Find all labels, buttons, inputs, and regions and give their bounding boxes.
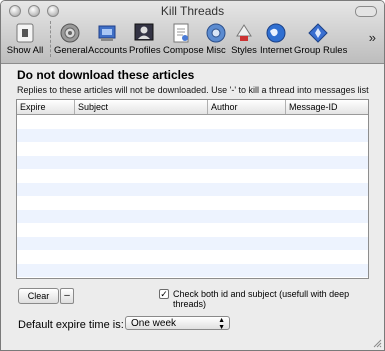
default-expire-label: Default expire time is: bbox=[18, 319, 124, 331]
show-all-icon bbox=[16, 23, 34, 43]
toolbar-group-rules[interactable]: Group Rules bbox=[294, 22, 347, 60]
preferences-window: Kill Threads Show All General Accounts P… bbox=[0, 0, 385, 351]
table-row bbox=[17, 209, 368, 223]
toolbar-overflow-button[interactable]: » bbox=[369, 30, 376, 45]
column-header-message-id[interactable]: Message-ID bbox=[286, 100, 368, 114]
column-header-author[interactable]: Author bbox=[208, 100, 286, 114]
toolbar: Kill Threads Show All General Accounts P… bbox=[1, 1, 384, 64]
toolbar-accounts[interactable]: Accounts bbox=[88, 22, 128, 60]
table-row bbox=[17, 223, 368, 237]
table-row bbox=[17, 169, 368, 183]
group-rules-icon bbox=[308, 23, 328, 43]
table-row bbox=[17, 155, 368, 169]
table-row bbox=[17, 142, 368, 156]
section-description: Replies to these articles will not be do… bbox=[17, 85, 369, 95]
toolbar-general[interactable]: General bbox=[54, 22, 88, 60]
toolbar-styles[interactable]: Styles bbox=[231, 22, 257, 60]
toolbar-label: General bbox=[54, 45, 88, 56]
toolbar-profiles[interactable]: Profiles bbox=[129, 22, 161, 60]
compose-icon bbox=[173, 23, 189, 43]
table-row bbox=[17, 182, 368, 196]
select-arrows-icon: ▲ ▼ bbox=[218, 317, 225, 331]
section-heading: Do not download these articles bbox=[17, 68, 195, 82]
column-header-expire[interactable]: Expire bbox=[17, 100, 75, 114]
misc-gear-icon bbox=[206, 23, 226, 43]
toolbar-label: Internet bbox=[260, 45, 293, 56]
toolbar-label: Accounts bbox=[88, 45, 128, 56]
toolbar-label: Show All bbox=[6, 45, 44, 56]
kill-threads-table[interactable]: Expire Subject Author Message-ID bbox=[16, 99, 369, 279]
toolbar-compose[interactable]: Compose bbox=[163, 22, 204, 60]
table-row bbox=[17, 196, 368, 210]
toolbar-internet[interactable]: Internet bbox=[260, 22, 292, 60]
toolbar-show-all[interactable]: Show All bbox=[5, 22, 45, 60]
window-title: Kill Threads bbox=[160, 4, 225, 18]
toolbar-label: Styles bbox=[231, 45, 257, 56]
accounts-icon bbox=[98, 25, 116, 41]
toolbar-misc[interactable]: Misc bbox=[204, 22, 228, 60]
table-row bbox=[17, 250, 368, 264]
table-row bbox=[17, 236, 368, 250]
profiles-icon bbox=[134, 23, 154, 41]
toolbar-label: Profiles bbox=[129, 45, 161, 56]
table-row bbox=[17, 115, 368, 129]
toolbar-toggle-button[interactable] bbox=[355, 6, 377, 17]
toolbar-label: Compose bbox=[163, 45, 204, 56]
table-row bbox=[17, 128, 368, 142]
toolbar-label: Group Rules bbox=[294, 45, 348, 56]
expire-time-value: One week bbox=[131, 318, 177, 329]
check-both-label: Check both id and subject (usefull with … bbox=[173, 289, 350, 309]
toolbar-label: Misc bbox=[206, 45, 226, 56]
table-body bbox=[17, 115, 368, 277]
clear-button[interactable]: Clear bbox=[18, 288, 59, 304]
column-header-subject[interactable]: Subject bbox=[75, 100, 208, 114]
table-row bbox=[17, 263, 368, 277]
resize-grip-icon[interactable] bbox=[372, 338, 382, 348]
styles-icon bbox=[236, 24, 252, 41]
remove-button[interactable]: – bbox=[60, 288, 74, 304]
check-both-checkbox[interactable]: ✓ bbox=[159, 289, 169, 299]
gear-icon bbox=[60, 23, 80, 43]
expire-time-select[interactable]: One week ▲ ▼ bbox=[125, 316, 230, 331]
globe-icon bbox=[266, 23, 286, 43]
table-header: Expire Subject Author Message-ID bbox=[17, 100, 368, 115]
toolbar-separator bbox=[50, 21, 51, 57]
